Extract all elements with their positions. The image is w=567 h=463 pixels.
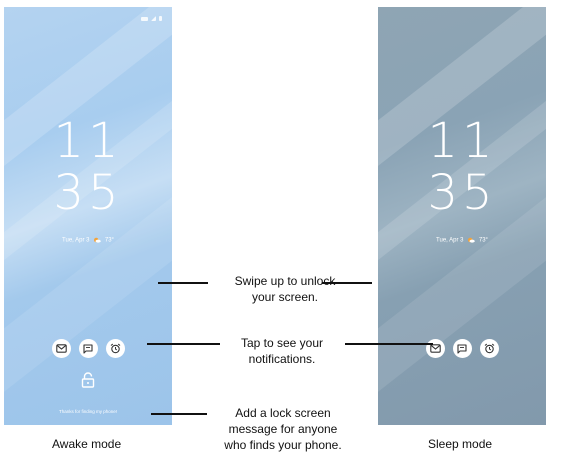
status-bar-icons — [141, 16, 162, 21]
lock-button[interactable] — [4, 372, 172, 388]
lock-screen-clock: 11 35 — [4, 115, 172, 219]
clock-minute: 35 — [53, 165, 123, 221]
callout-tap-line2: notifications. — [248, 352, 316, 366]
message-icon[interactable] — [51, 339, 71, 358]
callout-swipe-line2: your screen. — [251, 290, 319, 304]
alarm-icon[interactable] — [479, 339, 499, 358]
date-weather: Tue, Apr 3 73° — [4, 237, 172, 244]
awake-phone-screen: 11 35 Tue, Apr 3 73° Thanks for finding … — [4, 7, 172, 425]
callout-tap: Tap to see your notifications. — [212, 335, 352, 367]
callout-line-tap-right — [345, 343, 433, 345]
clock-hour: 11 — [53, 113, 123, 169]
callout-swipe: Swipe up to unlock your screen. — [210, 273, 360, 305]
weather-icon — [468, 237, 475, 243]
callout-message-line1: Add a lock screen — [235, 406, 331, 420]
caption-awake-mode: Awake mode — [52, 437, 122, 451]
weather-icon — [94, 237, 101, 243]
battery-icon — [159, 16, 162, 21]
clock-hour: 11 — [427, 113, 497, 169]
lock-icon — [81, 372, 95, 388]
date-weather: Tue, Apr 3 73° — [378, 237, 546, 244]
sleep-phone-screen: 11 35 Tue, Apr 3 73° — [378, 7, 546, 425]
temperature-text: 73° — [104, 237, 114, 244]
callout-line-swipe-right — [322, 282, 372, 284]
message-icon[interactable] — [425, 339, 445, 358]
callout-line-message — [151, 413, 207, 415]
date-text: Tue, Apr 3 — [436, 237, 464, 244]
clock-minute: 35 — [427, 165, 497, 221]
callout-message-line3: who finds your phone. — [224, 438, 342, 452]
callout-swipe-line1: Swipe up to unlock — [234, 274, 336, 288]
notification-icons — [4, 339, 172, 358]
callout-message: Add a lock screen message for anyone who… — [204, 405, 362, 453]
lock-screen-message: Thanks for finding my phone! — [58, 409, 118, 414]
chat-icon[interactable] — [452, 339, 472, 358]
date-text: Tue, Apr 3 — [62, 237, 90, 244]
battery-saver-icon — [141, 16, 148, 21]
callout-line-tap-left — [147, 343, 220, 345]
callout-line-swipe-left — [158, 282, 208, 284]
signal-icon — [151, 16, 156, 21]
notification-icons — [378, 339, 546, 358]
callout-tap-line1: Tap to see your — [240, 336, 324, 350]
callout-message-line2: message for anyone — [228, 422, 338, 436]
alarm-icon[interactable] — [105, 339, 125, 358]
chat-icon[interactable] — [78, 339, 98, 358]
lock-screen-clock: 11 35 — [378, 115, 546, 219]
temperature-text: 73° — [478, 237, 488, 244]
caption-sleep-mode: Sleep mode — [428, 437, 493, 451]
